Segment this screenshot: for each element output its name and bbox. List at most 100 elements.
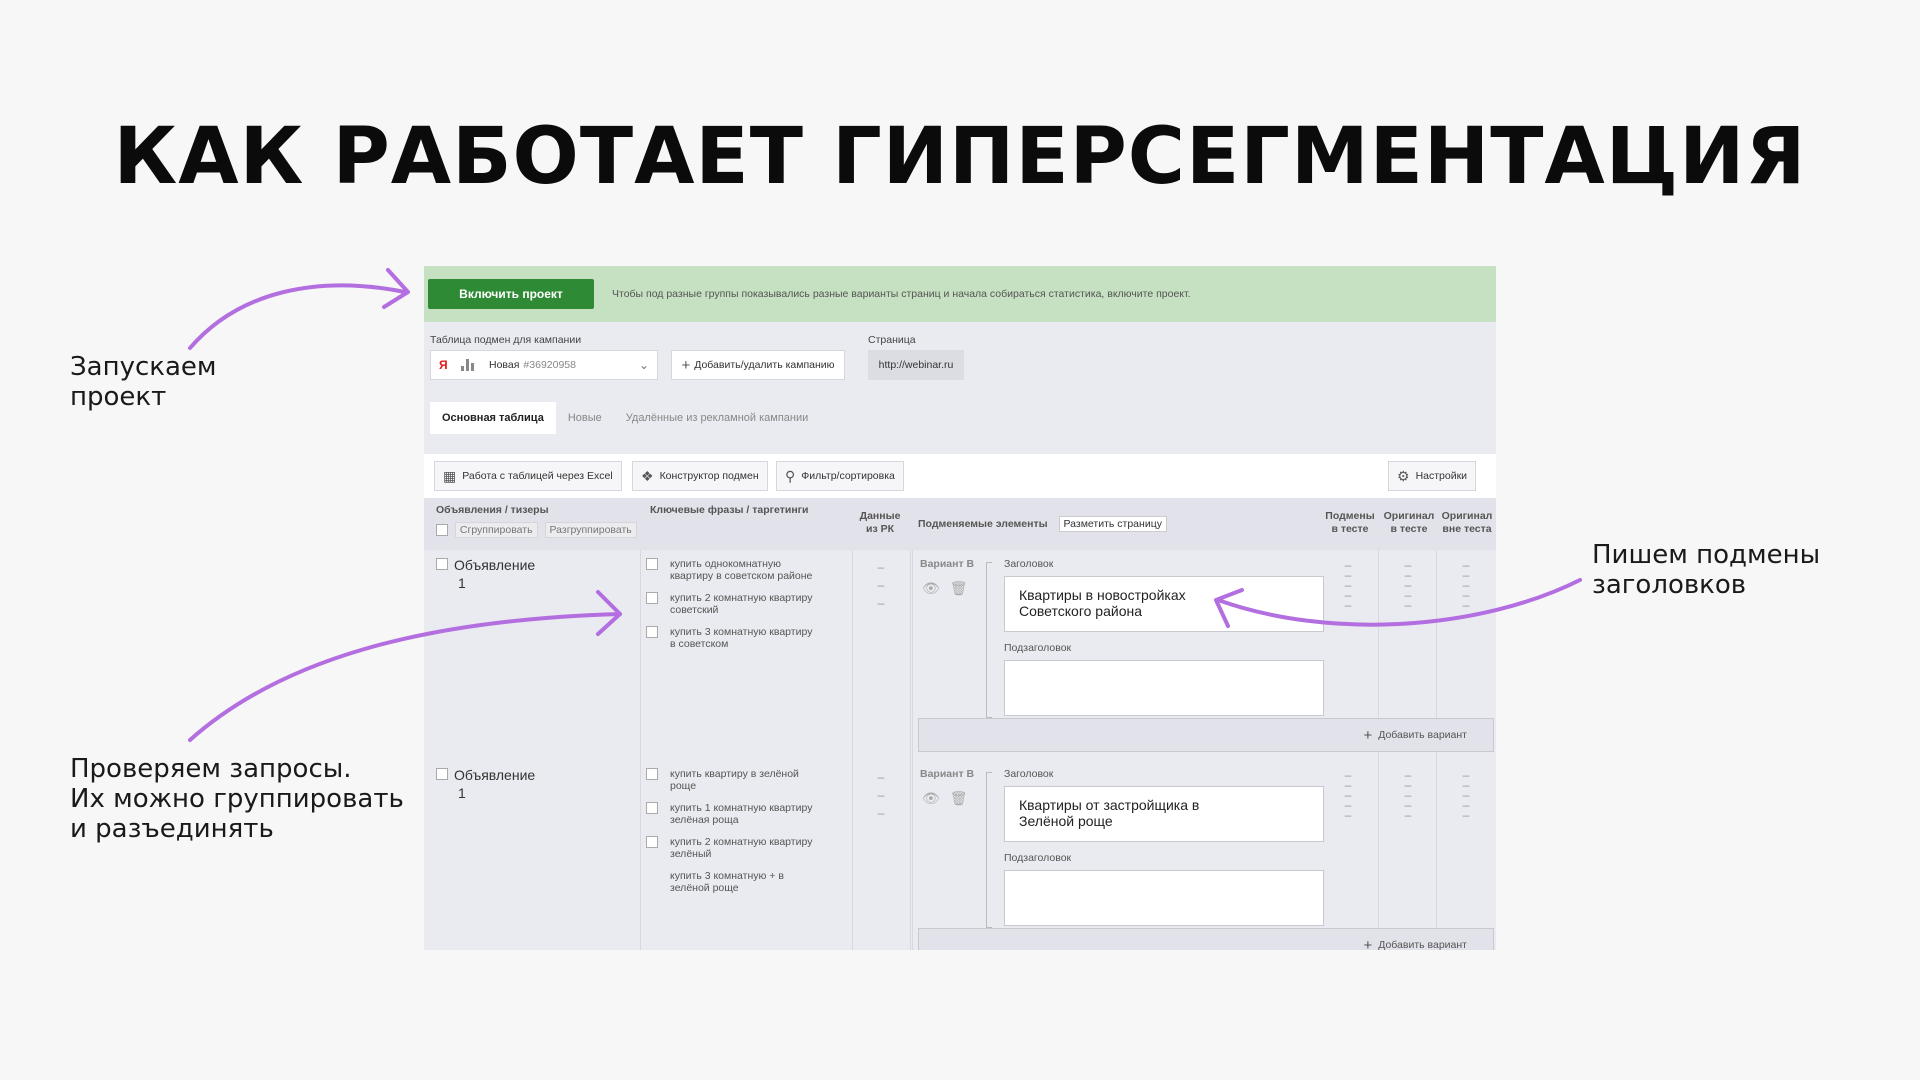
note-headlines: Пишем подмены заголовков [1592, 540, 1820, 600]
trash-icon[interactable]: 🗑 [950, 790, 968, 807]
dash: – [877, 596, 885, 610]
campaign-name: Новая [489, 359, 520, 371]
group-button[interactable]: Сгруппировать [454, 522, 538, 538]
variant-icons: 👁 🗑 [922, 790, 968, 807]
tab-main-table[interactable]: Основная таблица [430, 402, 556, 434]
filter-button[interactable]: ⚲ Фильтр/сортировка [776, 461, 904, 491]
note-line: заголовков [1592, 570, 1747, 600]
add-variant-button[interactable]: + Добавить вариант [918, 928, 1494, 950]
trash-icon[interactable]: 🗑 [950, 580, 968, 597]
tab-removed[interactable]: Удалённые из рекламной кампании [614, 402, 821, 434]
arrowhead-launch [382, 268, 410, 309]
dash: – [877, 560, 885, 574]
headline-label: Заголовок [1004, 558, 1054, 570]
add-variant-label: Добавить вариант [1378, 729, 1467, 741]
col-orig-in-test: Оригинал в тесте [1380, 510, 1438, 536]
headline-field[interactable]: Квартиры от застройщика в Зелёной роще [1004, 786, 1324, 842]
col-line: в тесте [1390, 523, 1428, 535]
note-launch: Запускаем проект [70, 352, 217, 412]
orig-in-test-values: – – – – – [1404, 768, 1412, 822]
rk-data-values: – – – [864, 768, 898, 822]
keyword-text: советский [670, 604, 719, 616]
filter-label: Фильтр/сортировка [801, 470, 895, 482]
plus-icon: + [681, 356, 691, 374]
eye-icon[interactable]: 👁 [922, 790, 940, 807]
orig-out-test-values: – – – – – [1462, 558, 1470, 612]
ad-title: Объявление [454, 767, 536, 783]
col-line: в тесте [1331, 523, 1369, 535]
config-panel: Таблица подмен для кампании Я Новая #369… [424, 322, 1496, 454]
keyword-item: купить 1 комнатную квартиру зелёная роща [646, 802, 820, 826]
ad-title: Объявление [454, 557, 536, 573]
variant-box: Вариант B 👁 🗑 Заголовок Квартиры от заст… [920, 768, 1324, 948]
keyword-text: зелёной роще [670, 882, 739, 894]
headline-field[interactable]: Квартиры в новостройках Советского район… [1004, 576, 1324, 632]
top-banner: Включить проект Чтобы под разные группы … [424, 266, 1496, 322]
enable-message: Чтобы под разные группы показывались раз… [612, 288, 1191, 300]
keyword-text: квартиру в советском районе [670, 570, 813, 582]
keyword-text: в советском [670, 638, 729, 650]
campaign-select[interactable]: Я Новая #36920958 ⌄ [430, 350, 658, 380]
table-header: Объявления / тизеры Сгруппировать Разгру… [424, 498, 1496, 550]
gear-icon: ⚙ [1397, 467, 1410, 484]
col-keywords: Ключевые фразы / таргетинги [650, 504, 809, 516]
constructor-label: Конструктор подмен [659, 470, 759, 482]
keyword-item: купить квартиру в зелёной роще [646, 768, 820, 792]
note-line: Пишем подмены [1592, 540, 1821, 570]
in-test-values: – – – – – [1344, 558, 1352, 612]
keyword-checkbox[interactable] [646, 592, 658, 604]
arrow-launch [188, 283, 407, 350]
dash: – [877, 578, 885, 592]
subheadline-label: Подзаголовок [1004, 852, 1072, 864]
col-line: Оригинал [1383, 510, 1435, 522]
note-queries: Проверяем запросы. Их можно группировать… [70, 754, 404, 844]
constructor-button[interactable]: ❖ Конструктор подмен [632, 461, 768, 491]
add-campaign-button[interactable]: + Добавить/удалить кампанию [671, 350, 845, 380]
subheadline-label: Подзаголовок [1004, 642, 1072, 654]
table-row: Объявление 1 купить квартиру в зелёной ро… [424, 760, 1496, 950]
variant-label: Вариант B [920, 768, 975, 780]
keyword-text: купить 2 комнатную квартиру [670, 836, 813, 848]
keyword-checkbox[interactable] [646, 626, 658, 638]
keyword-checkbox[interactable] [646, 836, 658, 848]
row-checkbox[interactable] [436, 768, 448, 780]
note-line: и разъединять [70, 814, 274, 844]
keyword-text: купить 3 комнатную квартиру [670, 626, 813, 638]
keyword-item: купить 3 комнатную + в зелёной роще [650, 870, 820, 894]
keyword-checkbox[interactable] [646, 768, 658, 780]
keyword-text: зелёная роща [670, 814, 739, 826]
dash: – [877, 788, 885, 802]
eye-icon[interactable]: 👁 [922, 580, 940, 597]
keyword-text: купить квартиру в зелёной [670, 768, 799, 780]
keyword-text: зелёный [670, 848, 712, 860]
plus-icon: + [1363, 936, 1373, 951]
excel-button[interactable]: ▦ Работа с таблицей через Excel [434, 461, 622, 491]
note-line: Их можно группировать [70, 784, 404, 814]
tab-new[interactable]: Новые [556, 402, 614, 434]
subheadline-field[interactable] [1004, 660, 1324, 716]
add-campaign-label: Добавить/удалить кампанию [694, 359, 835, 371]
in-test-values: – – – – – [1344, 768, 1352, 822]
ungroup-button[interactable]: Разгруппировать [544, 522, 637, 538]
settings-label: Настройки [1415, 470, 1468, 482]
note-line: Запускаем [70, 352, 217, 382]
select-all-checkbox[interactable] [436, 524, 448, 537]
keyword-checkbox[interactable] [646, 558, 658, 570]
stats-icon [461, 359, 479, 371]
add-variant-button[interactable]: + Добавить вариант [918, 718, 1494, 752]
headline-line: Зелёной роще [1019, 813, 1113, 829]
row-checkbox[interactable] [436, 558, 448, 570]
enable-project-button[interactable]: Включить проект [428, 279, 594, 309]
settings-button[interactable]: ⚙ Настройки [1388, 461, 1477, 491]
ad-number: 1 [458, 785, 466, 801]
keyword-item: купить 2 комнатную квартиру советский [646, 592, 820, 616]
ad-number: 1 [458, 575, 466, 591]
col-line: Подмены [1325, 510, 1375, 522]
keyword-checkbox[interactable] [646, 802, 658, 814]
col-ads: Объявления / тизеры [436, 504, 549, 516]
table-row: Объявление 1 купить однокомнатную квартир… [424, 550, 1496, 760]
page-url[interactable]: http://webinar.ru [868, 350, 964, 380]
table-toolbar: ▦ Работа с таблицей через Excel ❖ Констр… [424, 454, 1496, 498]
subheadline-field[interactable] [1004, 870, 1324, 926]
mark-page-button[interactable]: Разметить страницу [1058, 516, 1167, 532]
